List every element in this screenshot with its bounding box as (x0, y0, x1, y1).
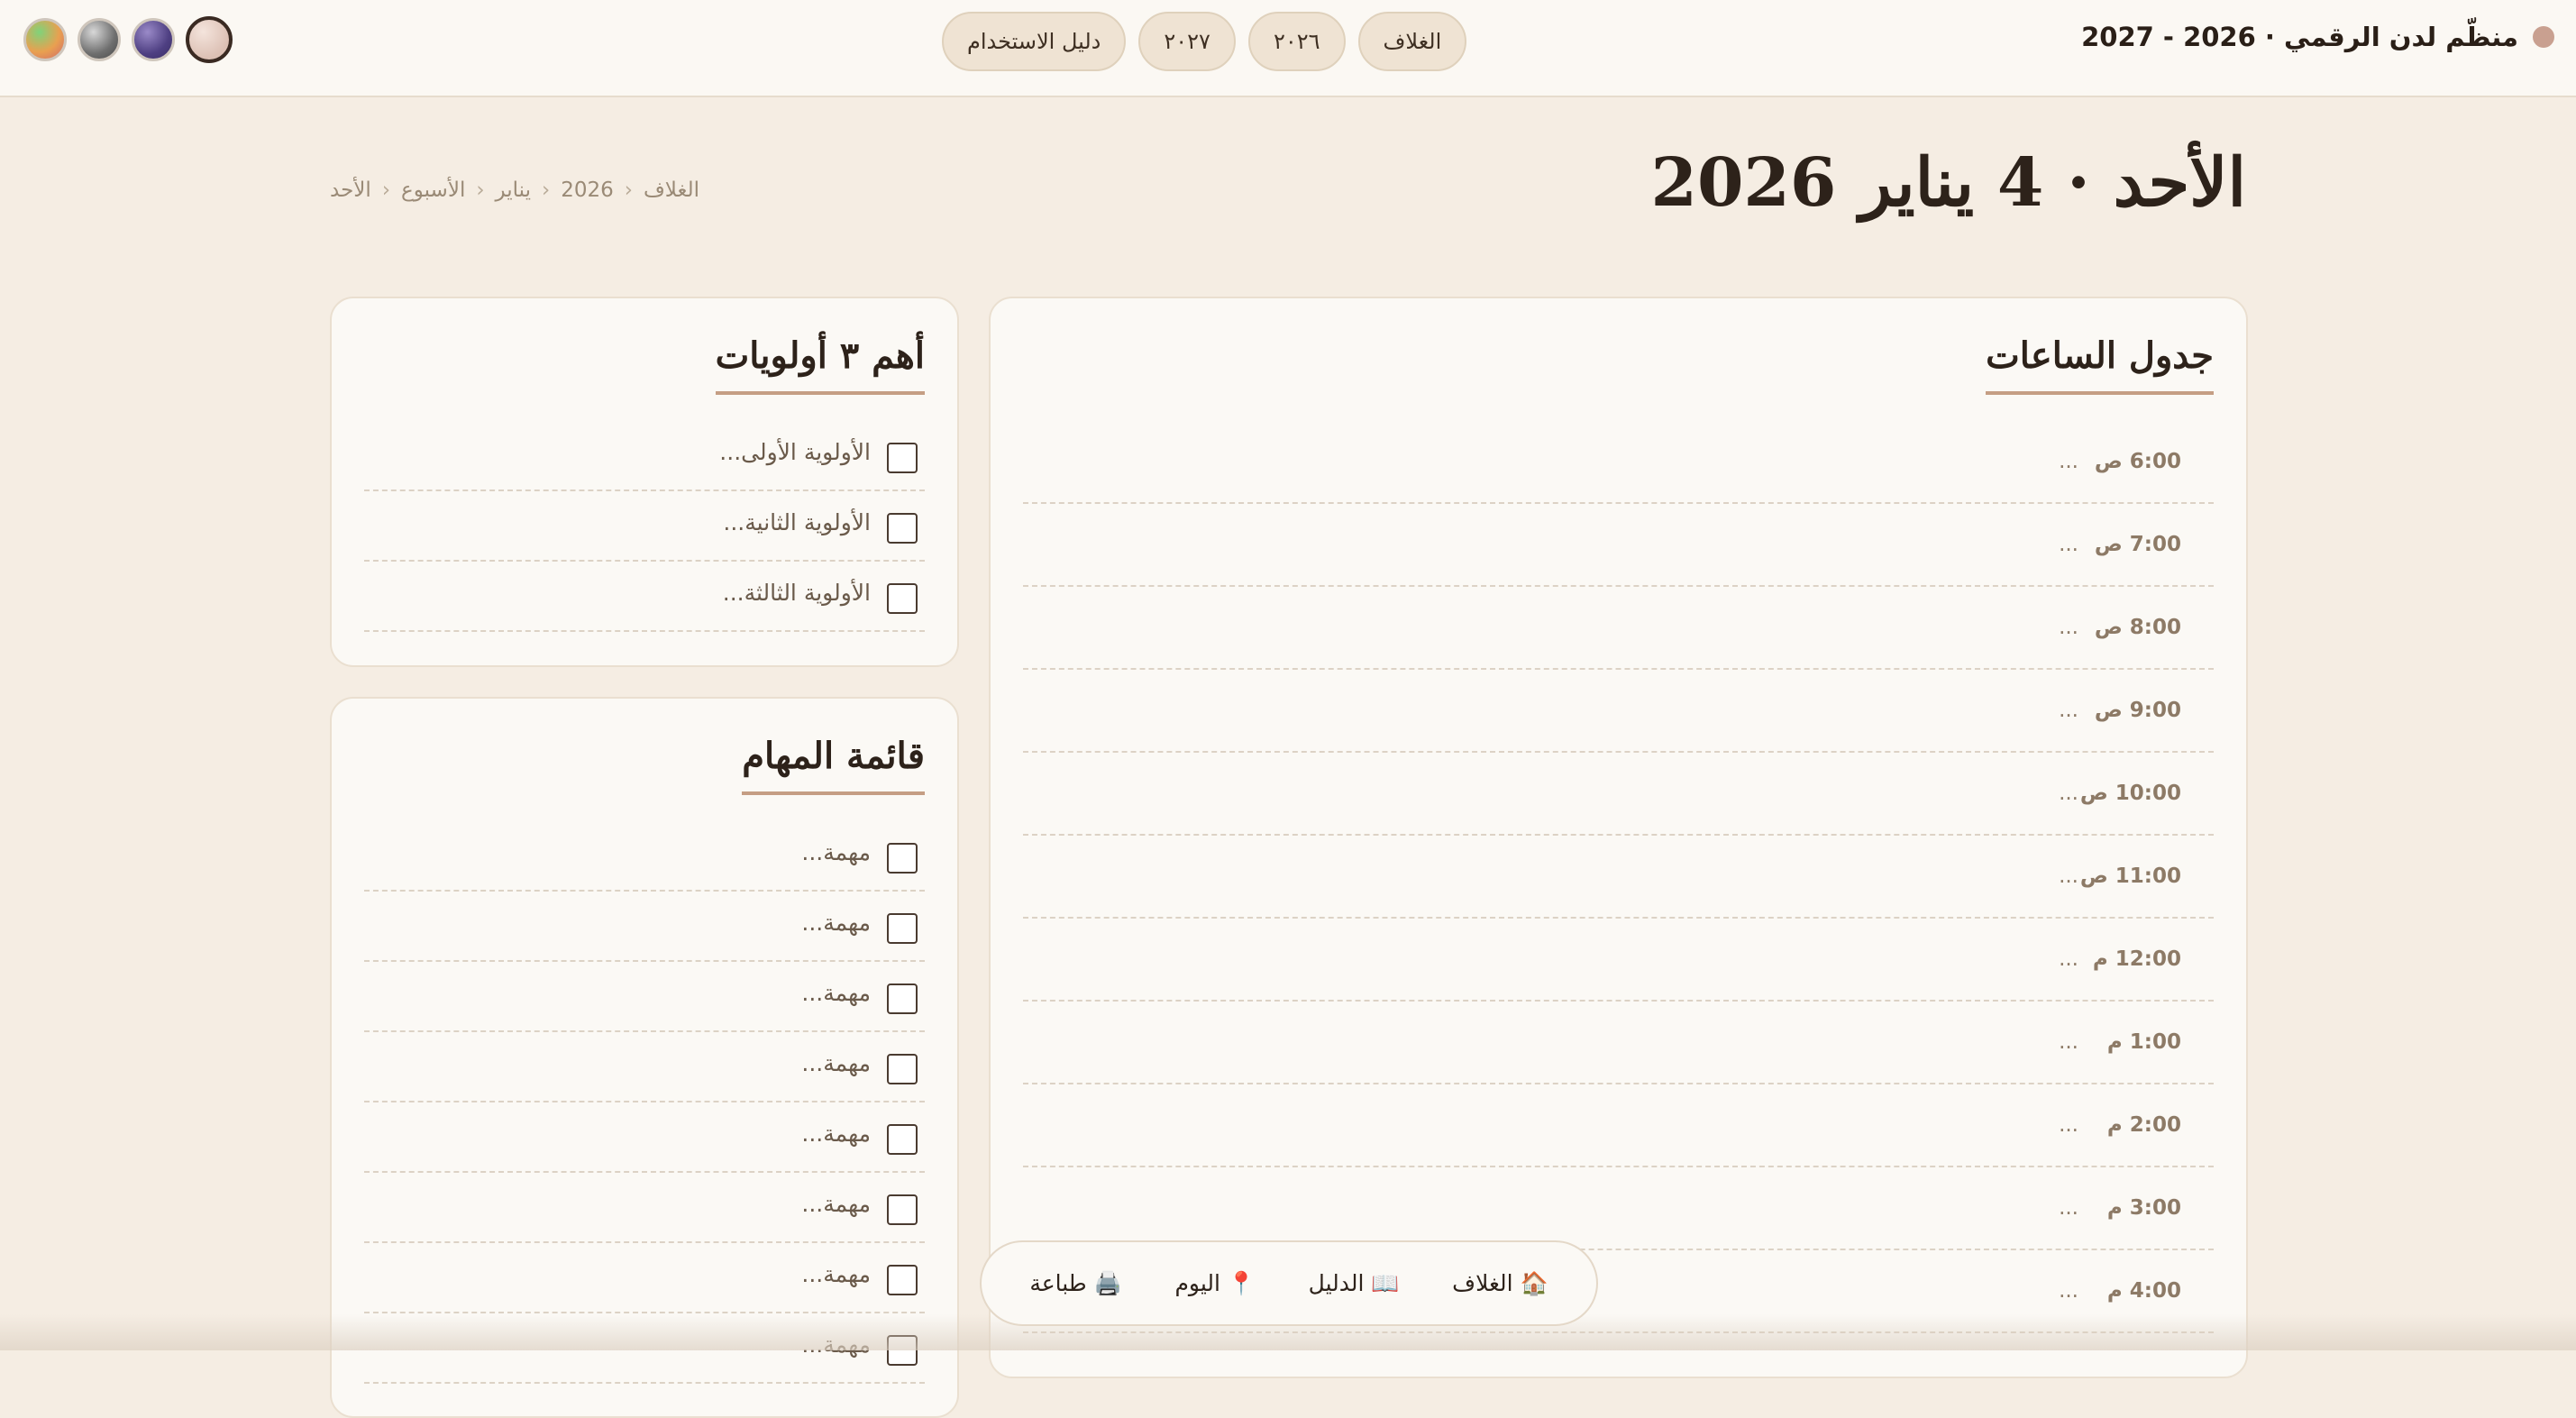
task-item: مهمة... (364, 1241, 925, 1313)
hour-row[interactable]: 7:00 ص ... (1023, 502, 2214, 587)
breadcrumb-separator: ‹ (476, 178, 485, 202)
top-nav: الغلاف ٢٠٢٦ ٢٠٢٧ دليل الاستخدام (942, 12, 1467, 73)
theme-rose-swatch[interactable] (186, 16, 233, 63)
nav-guide-button[interactable]: دليل الاستخدام (942, 12, 1127, 71)
priority-checkbox[interactable] (887, 583, 918, 614)
priority-item: الأولوية الثالثة... (364, 560, 925, 632)
hour-row[interactable]: 11:00 ص ... (1023, 834, 2214, 919)
priority-item: الأولوية الأولى... (364, 419, 925, 491)
nav-cover-button[interactable]: الغلاف (1357, 12, 1467, 71)
task-input[interactable]: مهمة... (801, 910, 871, 936)
breadcrumb-month[interactable]: يناير (496, 178, 531, 202)
task-input[interactable]: مهمة... (801, 1121, 871, 1147)
breadcrumb-cover[interactable]: الغلاف (644, 178, 699, 202)
task-list-card: قائمة المهام مهمة... مهمة... مهمة... مهم… (330, 697, 959, 1418)
breadcrumb-separator: ‹ (542, 178, 551, 202)
task-item: مهمة... (364, 819, 925, 892)
breadcrumb-separator: ‹ (624, 178, 633, 202)
hour-entry[interactable]: ... (2059, 1196, 2078, 1220)
hour-label: 6:00 ص (2094, 450, 2181, 473)
priority-input[interactable]: الأولوية الأولى... (719, 439, 871, 465)
nav-2027-button[interactable]: ٢٠٢٧ (1138, 12, 1236, 71)
app-title: منظّم لدن الرقمي · 2026 - 2027 (2081, 22, 2518, 52)
hour-label: 2:00 م (2106, 1113, 2181, 1137)
hour-entry[interactable]: ... (2059, 1113, 2078, 1137)
hour-row[interactable]: 9:00 ص ... (1023, 668, 2214, 753)
brand: منظّم لدن الرقمي · 2026 - 2027 (2081, 14, 2554, 59)
theme-switcher (23, 16, 233, 63)
task-checkbox[interactable] (887, 913, 918, 944)
priority-checkbox[interactable] (887, 443, 918, 473)
hour-entry[interactable]: ... (2059, 533, 2078, 556)
tasks-title: قائمة المهام (742, 735, 925, 795)
dock-guide-button[interactable]: 📖 الدليل (1309, 1270, 1400, 1297)
hour-row[interactable]: 6:00 ص ... (1023, 419, 2214, 504)
hour-label: 12:00 م (2092, 947, 2181, 971)
dock-today-button[interactable]: 📍 اليوم (1174, 1270, 1256, 1297)
breadcrumb-day: الأحد (330, 178, 371, 202)
hour-row[interactable]: 1:00 م ... (1023, 1000, 2214, 1084)
hour-label: 8:00 ص (2094, 616, 2181, 639)
schedule-title: جدول الساعات (1986, 334, 2214, 395)
priority-input[interactable]: الأولوية الثانية... (723, 509, 871, 535)
hour-label: 7:00 ص (2094, 533, 2181, 556)
hour-entry[interactable]: ... (2059, 699, 2078, 722)
task-checkbox[interactable] (887, 1054, 918, 1084)
task-item: مهمة... (364, 960, 925, 1032)
hour-entry[interactable]: ... (2059, 947, 2078, 971)
task-checkbox[interactable] (887, 1124, 918, 1155)
theme-gray-swatch[interactable] (78, 18, 121, 61)
hour-entry[interactable]: ... (2059, 1279, 2078, 1303)
task-item: مهمة... (364, 1171, 925, 1243)
priority-input[interactable]: الأولوية الثالثة... (723, 580, 871, 606)
brand-dot-icon (2533, 26, 2554, 48)
hour-label: 10:00 ص (2079, 782, 2181, 805)
floating-dock: 🏠 الغلاف 📖 الدليل 📍 اليوم 🖨️ طباعة (980, 1240, 1598, 1326)
task-input[interactable]: مهمة... (801, 980, 871, 1006)
top-bar: منظّم لدن الرقمي · 2026 - 2027 الغلاف ٢٠… (0, 0, 2576, 97)
task-input[interactable]: مهمة... (801, 1261, 871, 1287)
hour-entry[interactable]: ... (2059, 865, 2078, 888)
dock-cover-button[interactable]: 🏠 الغلاف (1452, 1270, 1548, 1297)
task-input[interactable]: مهمة... (801, 839, 871, 865)
hour-label: 1:00 م (2106, 1030, 2181, 1054)
hour-entry[interactable]: ... (2059, 1030, 2078, 1054)
nav-2026-button[interactable]: ٢٠٢٦ (1247, 12, 1346, 71)
dock-print-button[interactable]: 🖨️ طباعة (1029, 1270, 1121, 1297)
priority-item: الأولوية الثانية... (364, 489, 925, 562)
breadcrumb-separator: ‹ (381, 178, 391, 202)
hour-label: 4:00 م (2106, 1279, 2181, 1303)
theme-rainbow-swatch[interactable] (23, 18, 67, 61)
task-checkbox[interactable] (887, 1194, 918, 1225)
breadcrumb-week[interactable]: الأسبوع (401, 178, 465, 202)
priority-checkbox[interactable] (887, 513, 918, 544)
hour-label: 3:00 م (2106, 1196, 2181, 1220)
task-item: مهمة... (364, 890, 925, 962)
task-checkbox[interactable] (887, 1265, 918, 1295)
task-item: مهمة... (364, 1030, 925, 1102)
task-input[interactable]: مهمة... (801, 1191, 871, 1217)
hour-row[interactable]: 3:00 م ... (1023, 1166, 2214, 1250)
task-checkbox[interactable] (887, 983, 918, 1014)
task-item: مهمة... (364, 1101, 925, 1173)
hour-row[interactable]: 10:00 ص ... (1023, 751, 2214, 836)
task-checkbox[interactable] (887, 843, 918, 874)
hour-label: 9:00 ص (2094, 699, 2181, 722)
hour-entry[interactable]: ... (2059, 616, 2078, 639)
task-input[interactable]: مهمة... (801, 1050, 871, 1076)
priorities-title: أهم ٣ أولويات (715, 334, 925, 395)
hour-entry[interactable]: ... (2059, 450, 2078, 473)
theme-purple-swatch[interactable] (132, 18, 175, 61)
hour-entry[interactable]: ... (2059, 782, 2078, 805)
hour-row[interactable]: 12:00 م ... (1023, 917, 2214, 1002)
hour-label: 11:00 ص (2079, 865, 2181, 888)
hour-row[interactable]: 2:00 م ... (1023, 1083, 2214, 1167)
page-title: الأحد · 4 يناير 2026 (1650, 144, 2246, 222)
breadcrumb-year[interactable]: 2026 (561, 178, 614, 202)
top-priorities-card: أهم ٣ أولويات الأولوية الأولى... الأولوي… (330, 297, 959, 667)
hour-row[interactable]: 8:00 ص ... (1023, 585, 2214, 670)
breadcrumb: الغلاف ‹ 2026 ‹ يناير ‹ الأسبوع ‹ الأحد (330, 178, 699, 202)
hourly-schedule-card: جدول الساعات 6:00 ص ... 7:00 ص ... 8:00 … (989, 297, 2248, 1378)
